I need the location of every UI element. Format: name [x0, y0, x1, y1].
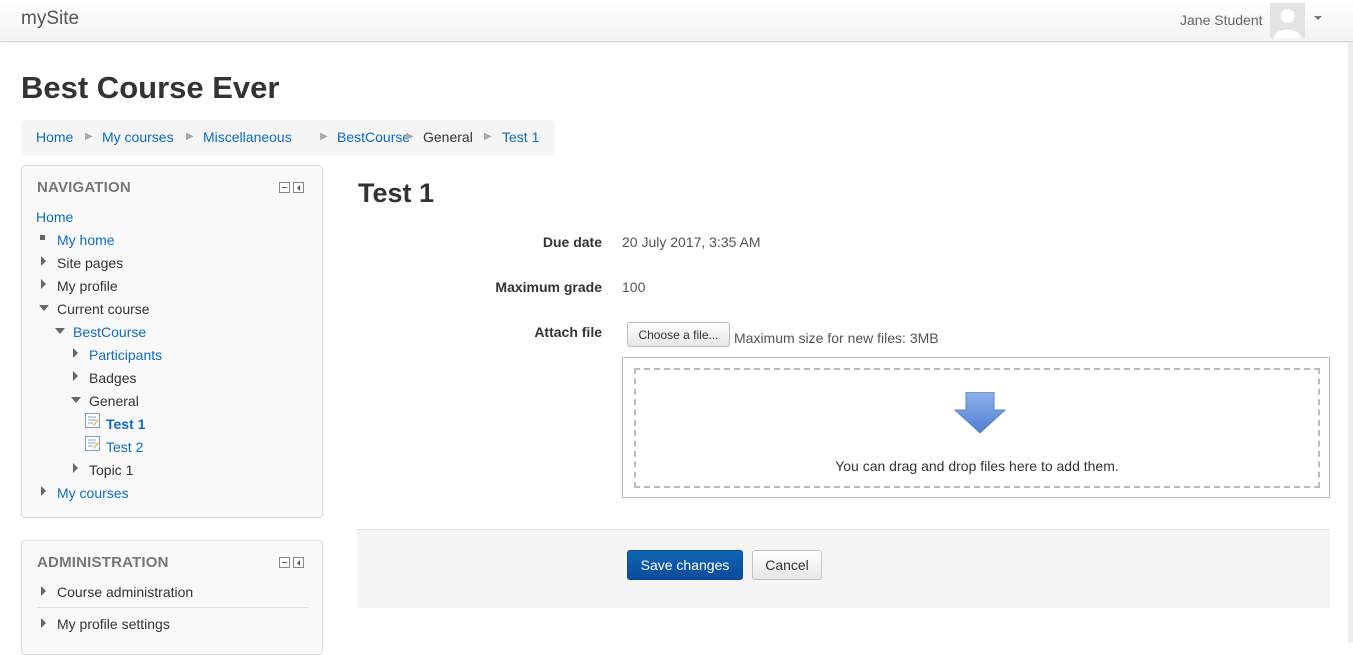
choose-file-button[interactable]: Choose a file...: [627, 322, 730, 347]
nav-item-test-1[interactable]: Test 1: [106, 416, 145, 432]
assignment-icon: [85, 413, 100, 428]
expand-triangle-icon[interactable]: [41, 256, 46, 266]
breadcrumb-separator-icon: ▶: [406, 131, 414, 142]
breadcrumb-home[interactable]: Home: [36, 129, 73, 145]
expand-triangle-icon[interactable]: [73, 463, 78, 473]
nav-item-bestcourse[interactable]: BestCourse: [73, 324, 146, 340]
navigation-block-title: NAVIGATION: [37, 179, 131, 196]
collapse-block-icon[interactable]: [279, 182, 290, 193]
breadcrumb-separator-icon: ▶: [186, 131, 194, 142]
breadcrumb-general: General: [423, 129, 473, 145]
breadcrumb-separator-icon: ▶: [484, 131, 492, 142]
attach-file-label: Attach file: [534, 324, 602, 340]
nav-item-badges[interactable]: Badges: [89, 370, 136, 386]
nav-item-my-courses[interactable]: My courses: [57, 485, 129, 501]
form-actions-bar: Save changes Cancel: [357, 529, 1330, 608]
expand-triangle-icon[interactable]: [41, 586, 46, 596]
save-changes-button[interactable]: Save changes: [627, 550, 743, 580]
due-date-value: 20 July 2017, 3:35 AM: [622, 234, 761, 250]
max-file-size-text: Maximum size for new files: 3MB: [734, 330, 939, 346]
nav-item-site-pages[interactable]: Site pages: [57, 255, 123, 271]
nav-item-participants[interactable]: Participants: [89, 347, 162, 363]
nav-item-test-2[interactable]: Test 2: [106, 439, 143, 455]
breadcrumb-separator-icon: ▶: [320, 131, 328, 142]
user-menu-chevron-down-icon[interactable]: [1314, 16, 1322, 20]
divider: [37, 607, 309, 608]
breadcrumb-my-courses[interactable]: My courses: [102, 129, 174, 145]
maximum-grade-value: 100: [622, 279, 646, 295]
nav-item-current-course[interactable]: Current course: [57, 301, 150, 317]
breadcrumb-test-1[interactable]: Test 1: [502, 129, 539, 145]
nav-item-home[interactable]: Home: [36, 209, 73, 225]
breadcrumb-miscellaneous[interactable]: Miscellaneous: [203, 129, 292, 145]
assignment-icon: [85, 436, 100, 451]
user-name[interactable]: Jane Student: [1180, 12, 1263, 28]
administration-block-controls: [279, 557, 305, 569]
file-manager: You can drag and drop files here to add …: [622, 357, 1330, 498]
user-avatar-icon[interactable]: [1270, 3, 1305, 38]
assignment-title: Test 1: [358, 178, 435, 208]
admin-item-my-profile-settings[interactable]: My profile settings: [57, 616, 170, 632]
maximum-grade-label: Maximum grade: [495, 279, 602, 295]
collapse-triangle-icon[interactable]: [55, 328, 65, 334]
expand-triangle-icon[interactable]: [73, 348, 78, 358]
nav-item-my-profile[interactable]: My profile: [57, 278, 118, 294]
site-brand-link[interactable]: mySite: [21, 8, 79, 30]
expand-triangle-icon[interactable]: [41, 279, 46, 289]
expand-triangle-icon[interactable]: [73, 371, 78, 381]
expand-triangle-icon[interactable]: [41, 618, 46, 628]
dock-block-icon[interactable]: [293, 182, 304, 193]
administration-block: ADMINISTRATION Course administration My …: [21, 540, 323, 655]
due-date-label: Due date: [542, 234, 602, 250]
top-navbar: mySite Jane Student: [0, 0, 1353, 42]
admin-item-course-administration[interactable]: Course administration: [57, 584, 193, 600]
cancel-button[interactable]: Cancel: [752, 550, 822, 580]
page-title: Best Course Ever: [21, 70, 280, 105]
file-dropzone[interactable]: You can drag and drop files here to add …: [634, 368, 1320, 488]
collapse-triangle-icon[interactable]: [71, 397, 81, 403]
nav-item-general[interactable]: General: [89, 393, 139, 409]
breadcrumb: Home ▶ My courses ▶ Miscellaneous ▶ Best…: [21, 120, 555, 155]
dropzone-instructions: You can drag and drop files here to add …: [835, 458, 1119, 474]
navigation-block: NAVIGATION Home My home Site pages My pr…: [21, 165, 323, 518]
drop-arrow-down-icon: [954, 392, 1006, 434]
breadcrumb-bestcourse[interactable]: BestCourse: [337, 129, 410, 145]
breadcrumb-separator-icon: ▶: [85, 131, 93, 142]
administration-block-title: ADMINISTRATION: [37, 554, 169, 571]
collapse-triangle-icon[interactable]: [39, 305, 49, 311]
nav-item-topic-1[interactable]: Topic 1: [89, 462, 133, 478]
navigation-block-controls: [279, 182, 305, 194]
dock-block-icon[interactable]: [293, 557, 304, 568]
expand-triangle-icon[interactable]: [41, 486, 46, 496]
nav-item-my-home[interactable]: My home: [57, 232, 115, 248]
page-scrollbar[interactable]: [1348, 42, 1353, 643]
bullet-square-icon: [40, 235, 45, 240]
collapse-block-icon[interactable]: [279, 557, 290, 568]
